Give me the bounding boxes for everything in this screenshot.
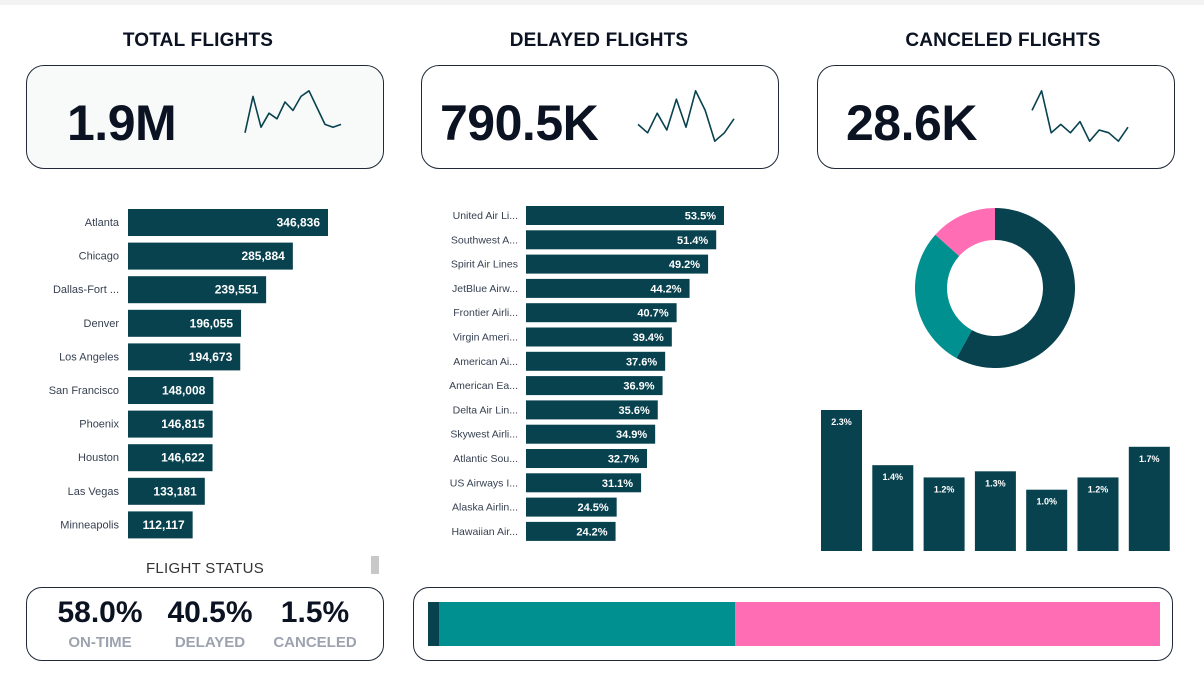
sparkline-canceled (1031, 90, 1129, 142)
status-canceled-value: 1.5% (280, 596, 350, 629)
data-label: 194,673 (189, 350, 233, 364)
data-label: 285,884 (241, 249, 285, 263)
column-data-label: 1.3% (985, 478, 1006, 488)
top-strip (0, 0, 1204, 5)
category-label: Frontier Airli... (453, 307, 518, 319)
status-ontime-value: 58.0% (57, 596, 143, 629)
status-canceled: 1.5% CANCELED (260, 596, 370, 651)
data-label: 133,181 (153, 484, 197, 498)
data-label: 44.2% (650, 283, 681, 295)
data-label: 31.1% (602, 478, 633, 490)
category-label: Skywest Airli... (450, 429, 518, 441)
kpi-card-canceled[interactable]: 28.6K (817, 65, 1175, 169)
data-label: 32.7% (608, 454, 639, 466)
column-data-label: 1.7% (1139, 454, 1160, 464)
data-label: 36.9% (623, 381, 654, 393)
kpi-card-total[interactable]: 1.9M (26, 65, 384, 169)
status-delayed: 40.5% DELAYED (155, 596, 265, 651)
airline-delay-bar-chart[interactable]: United Air Li... 53.5% Southwest A... 51.4%… (420, 200, 740, 545)
kpi-title-canceled: CANCELED FLIGHTS (905, 30, 1101, 51)
data-label: 24.2% (576, 526, 607, 538)
category-label: Minneapolis (60, 519, 119, 531)
column-data-label: 1.2% (1088, 484, 1109, 494)
sparkline-path (244, 90, 342, 133)
category-label: JetBlue Airw... (452, 283, 518, 295)
stack-segment[interactable] (428, 602, 439, 646)
category-label: Phoenix (79, 419, 119, 431)
city-flights-bar-chart[interactable]: Atlanta 346,836 Chicago 285,884 Dallas-Fort … (20, 200, 380, 545)
status-donut-chart[interactable] (900, 200, 1090, 380)
kpi-title-delayed: DELAYED FLIGHTS (509, 30, 689, 51)
status-stacked-bar-card[interactable] (413, 587, 1173, 661)
status-ontime: 58.0% ON-TIME (45, 596, 155, 651)
sparkline-total (244, 90, 342, 133)
kpi-title-total: TOTAL FLIGHTS (122, 30, 274, 51)
category-label: Southwest A... (451, 234, 518, 246)
category-label: San Francisco (49, 385, 119, 397)
status-canceled-label: CANCELED (273, 634, 357, 651)
kpi-value-canceled: 28.6K (846, 95, 977, 151)
data-label: 346,836 (277, 216, 321, 230)
data-label: 35.6% (619, 405, 650, 417)
data-label: 239,551 (215, 283, 259, 297)
flight-status-card[interactable]: 58.0% ON-TIME 40.5% DELAYED 1.5% CANCELE… (26, 587, 384, 661)
category-label: US Airways I... (450, 477, 518, 489)
data-label: 39.4% (633, 332, 664, 344)
stack-segment[interactable] (735, 602, 1160, 646)
category-label: Houston (78, 452, 119, 464)
scroll-handle[interactable] (371, 556, 379, 574)
data-label: 146,622 (161, 451, 205, 465)
category-label: Virgin Ameri... (453, 332, 518, 344)
canceled-rate-column-chart[interactable]: 2.3% 1.4% 1.2% 1.3% 1.0% 1.2% 1.7% (815, 400, 1175, 560)
sparkline-path (637, 90, 735, 142)
category-label: United Air Li... (453, 210, 518, 222)
column-data-label: 1.0% (1036, 497, 1057, 507)
data-label: 37.6% (626, 356, 657, 368)
data-label: 196,055 (190, 316, 234, 330)
category-label: Spirit Air Lines (451, 259, 518, 271)
sparkline-delayed (637, 90, 735, 142)
data-label: 51.4% (677, 235, 708, 247)
column-data-label: 2.3% (831, 417, 852, 427)
stack-segment[interactable] (438, 602, 736, 646)
category-label: Atlanta (85, 217, 120, 229)
flight-status-title: FLIGHT STATUS (145, 560, 265, 577)
kpi-value-total: 1.9M (67, 95, 177, 151)
column-bar (821, 410, 862, 551)
sparkline-path (1031, 90, 1129, 142)
column-data-label: 1.2% (934, 484, 955, 494)
status-stacked-bar[interactable] (428, 602, 1160, 646)
data-label: 148,008 (162, 384, 206, 398)
data-label: 40.7% (637, 308, 668, 320)
category-label: Chicago (79, 251, 119, 263)
kpi-value-delayed: 790.5K (440, 95, 599, 151)
data-label: 146,815 (161, 417, 205, 431)
data-label: 34.9% (616, 429, 647, 441)
data-label: 53.5% (685, 211, 716, 223)
category-label: Alaska Airlin... (452, 502, 518, 514)
status-ontime-label: ON-TIME (68, 634, 132, 651)
data-label: 49.2% (669, 259, 700, 271)
category-label: American Ai... (453, 356, 518, 368)
category-label: Los Angeles (59, 351, 119, 363)
category-label: American Ea... (449, 380, 518, 392)
category-label: Denver (84, 318, 120, 330)
category-label: Dallas-Fort ... (53, 284, 119, 296)
category-label: Delta Air Lin... (453, 404, 518, 416)
kpi-card-delayed[interactable]: 790.5K (421, 65, 779, 169)
category-label: Atlantic Sou... (453, 453, 518, 465)
data-label: 112,117 (143, 518, 185, 532)
status-delayed-label: DELAYED (174, 634, 246, 651)
column-data-label: 1.4% (883, 472, 904, 482)
category-label: Hawaiian Air... (451, 526, 518, 538)
status-delayed-value: 40.5% (167, 596, 253, 629)
data-label: 24.5% (577, 502, 608, 514)
donut-slice (915, 234, 972, 359)
category-label: Las Vegas (68, 486, 120, 498)
